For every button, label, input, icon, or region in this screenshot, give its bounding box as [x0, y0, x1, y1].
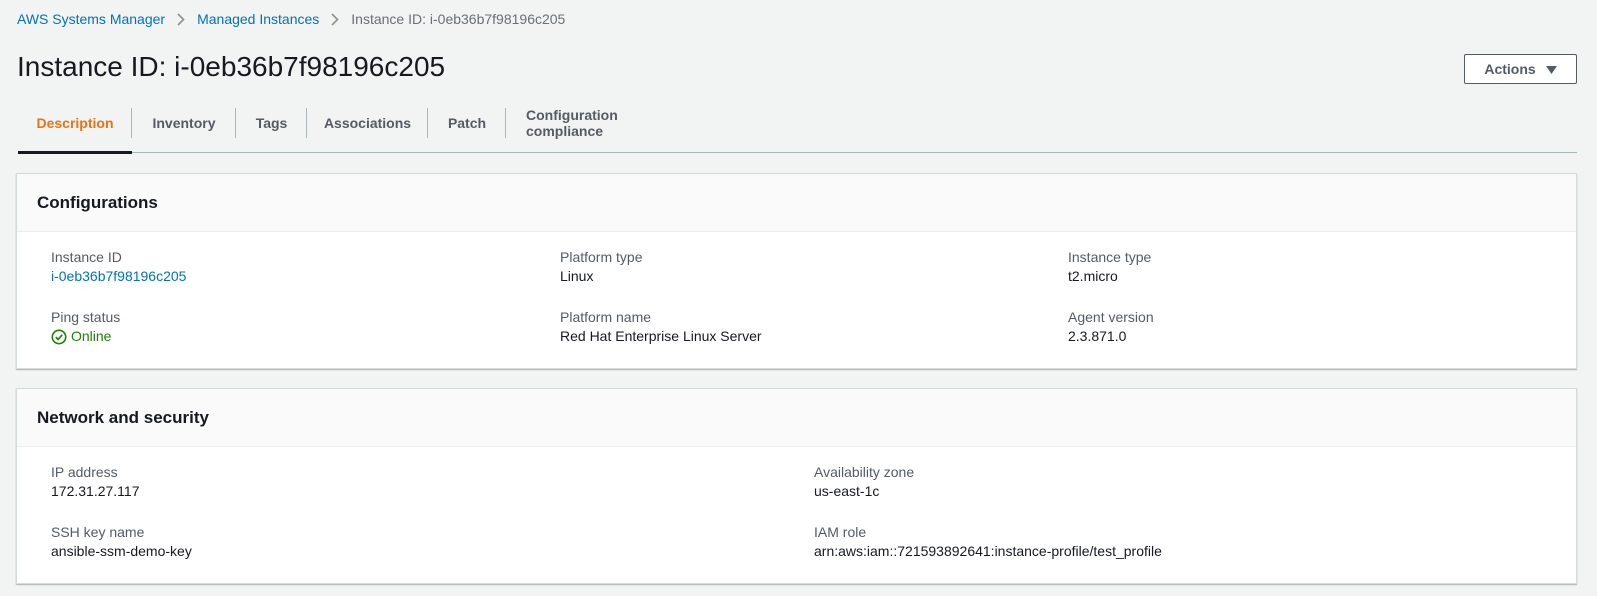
iam-role-label: IAM role — [814, 524, 867, 540]
agent-version-label: Agent version — [1068, 309, 1154, 325]
platform-type-label: Platform type — [560, 249, 643, 265]
platform-type-value: Linux — [560, 268, 594, 284]
breadcrumb-systems-manager[interactable]: AWS Systems Manager — [17, 11, 165, 27]
instance-id-link[interactable]: i-0eb36b7f98196c205 — [51, 267, 186, 286]
tab-label: Associations — [323, 114, 412, 131]
ping-status-value: Online — [51, 327, 120, 346]
configurations-panel: Configurations Instance ID i-0eb36b7f981… — [16, 173, 1577, 369]
chevron-right-icon — [177, 12, 185, 26]
platform-type-field: Platform type Linux — [560, 248, 642, 286]
agent-version-field: Agent version 2.3.871.0 — [1068, 308, 1154, 346]
instance-id-field: Instance ID i-0eb36b7f98196c205 — [51, 248, 186, 286]
tab-label: Tags — [255, 114, 288, 131]
ssh-key-value: ansible-ssm-demo-key — [51, 543, 192, 559]
ssh-key-label: SSH key name — [51, 524, 145, 540]
ip-address-label: IP address — [51, 464, 118, 480]
ssh-key-field: SSH key name ansible-ssm-demo-key — [51, 523, 192, 561]
instance-type-label: Instance type — [1068, 249, 1152, 265]
tab-label: Description — [36, 114, 114, 131]
instance-type-field: Instance type t2.micro — [1068, 248, 1151, 286]
actions-button[interactable]: Actions — [1464, 54, 1577, 84]
breadcrumb-managed-instances[interactable]: Managed Instances — [197, 11, 319, 27]
iam-role-value: arn:aws:iam::721593892641:instance-profi… — [814, 543, 1162, 559]
tab-patch[interactable]: Patch — [428, 106, 506, 153]
ip-address-value: 172.31.27.117 — [51, 483, 140, 499]
configurations-title: Configurations — [17, 174, 1576, 232]
tab-label: Configuration compliance — [526, 106, 618, 139]
caret-down-icon — [1545, 61, 1557, 77]
platform-name-value: Red Hat Enterprise Linux Server — [560, 328, 762, 344]
actions-button-label: Actions — [1484, 61, 1536, 77]
platform-name-field: Platform name Red Hat Enterprise Linux S… — [560, 308, 762, 346]
breadcrumb: AWS Systems Manager Managed Instances In… — [17, 10, 565, 28]
ping-status-text: Online — [71, 328, 112, 344]
tab-label: Inventory — [152, 114, 216, 131]
instance-id-label: Instance ID — [51, 249, 122, 265]
availability-zone-label: Availability zone — [814, 464, 915, 480]
tab-inventory[interactable]: Inventory — [132, 106, 236, 153]
ping-status-label: Ping status — [51, 309, 121, 325]
agent-version-value: 2.3.871.0 — [1068, 328, 1127, 344]
ip-address-field: IP address 172.31.27.117 — [51, 463, 140, 501]
platform-name-label: Platform name — [560, 309, 652, 325]
network-security-title: Network and security — [17, 389, 1576, 447]
iam-role-field: IAM role arn:aws:iam::721593892641:insta… — [814, 523, 1162, 561]
availability-zone-field: Availability zone us-east-1c — [814, 463, 914, 501]
breadcrumb-current: Instance ID: i-0eb36b7f98196c205 — [351, 11, 566, 27]
ping-status-field: Ping status Online — [51, 308, 120, 346]
page-title: Instance ID: i-0eb36b7f98196c205 — [17, 51, 446, 82]
check-circle-icon — [51, 329, 67, 345]
tab-description[interactable]: Description — [18, 106, 132, 154]
availability-zone-value: us-east-1c — [814, 483, 880, 499]
network-security-panel: Network and security IP address 172.31.2… — [16, 388, 1577, 584]
tab-bar: Description Inventory Tags Associations … — [18, 106, 1577, 154]
tab-tags[interactable]: Tags — [236, 106, 307, 153]
tab-configuration-compliance[interactable]: Configuration compliance — [506, 106, 716, 153]
tab-associations[interactable]: Associations — [307, 106, 428, 153]
chevron-right-icon — [331, 12, 339, 26]
instance-type-value: t2.micro — [1068, 268, 1118, 284]
tab-label: Patch — [447, 114, 487, 131]
